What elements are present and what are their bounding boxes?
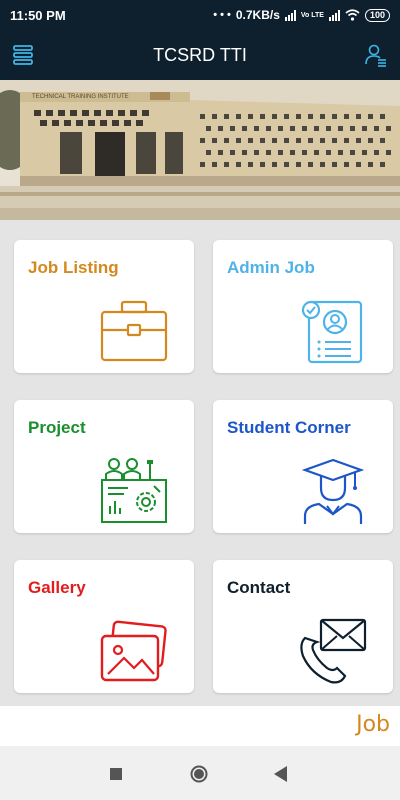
job-listing-label: Job Listing: [28, 258, 119, 277]
battery-icon: 100: [364, 8, 390, 22]
recents-icon[interactable]: [110, 768, 122, 780]
id-card-check-icon: [301, 300, 363, 364]
banner-sign-text: TECHNICAL TRAINING INSTITUTE: [32, 94, 129, 100]
gallery-photos-icon: [100, 620, 167, 682]
signal-icon: [284, 9, 296, 21]
briefcase-icon: [100, 300, 168, 362]
graduate-icon: [301, 458, 365, 524]
signal-icon-2: [328, 9, 340, 21]
gallery-label: Gallery: [28, 578, 86, 597]
status-indicators: • • • 0.7KB/s Vo LTE 100: [213, 8, 390, 22]
project-card[interactable]: Project: [14, 400, 194, 533]
student-corner-card[interactable]: Student Corner: [213, 400, 393, 533]
student-corner-label: Student Corner: [227, 418, 351, 437]
phone-mail-icon: [300, 618, 367, 684]
job-listing-card[interactable]: Job Listing: [14, 240, 194, 373]
status-time: 11:50 PM: [10, 7, 66, 23]
network-speed: 0.7KB/s: [235, 8, 280, 22]
system-nav-bar: [0, 746, 400, 800]
contact-label: Contact: [227, 578, 291, 597]
menu-grid: Job Listing Admin Job Project Student Co…: [0, 220, 400, 706]
institute-banner-image: TECHNICAL TRAINING INSTITUTE: [0, 80, 400, 220]
app-bar: TCSRD TTI: [0, 30, 400, 80]
admin-job-card[interactable]: Admin Job: [213, 240, 393, 373]
project-team-icon: [101, 458, 167, 523]
home-icon[interactable]: [190, 765, 208, 783]
contact-card[interactable]: Contact: [213, 560, 393, 693]
project-label: Project: [28, 418, 86, 437]
gallery-card[interactable]: Gallery: [14, 560, 194, 693]
institute-building-photo: TECHNICAL TRAINING INSTITUTE: [0, 80, 400, 220]
user-profile-icon[interactable]: [364, 43, 388, 67]
back-icon[interactable]: [274, 766, 288, 782]
status-bar: 11:50 PM • • • 0.7KB/s Vo LTE 100: [0, 0, 400, 30]
status-dots: • • •: [213, 9, 231, 21]
menu-icon[interactable]: [12, 44, 34, 66]
bottom-strip: Job: [0, 706, 400, 746]
admin-job-label: Admin Job: [227, 258, 315, 277]
volte-badge: Vo LTE: [300, 11, 324, 19]
wifi-icon: [345, 9, 360, 21]
page-title: TCSRD TTI: [153, 44, 247, 65]
job-link[interactable]: Job: [356, 712, 390, 737]
